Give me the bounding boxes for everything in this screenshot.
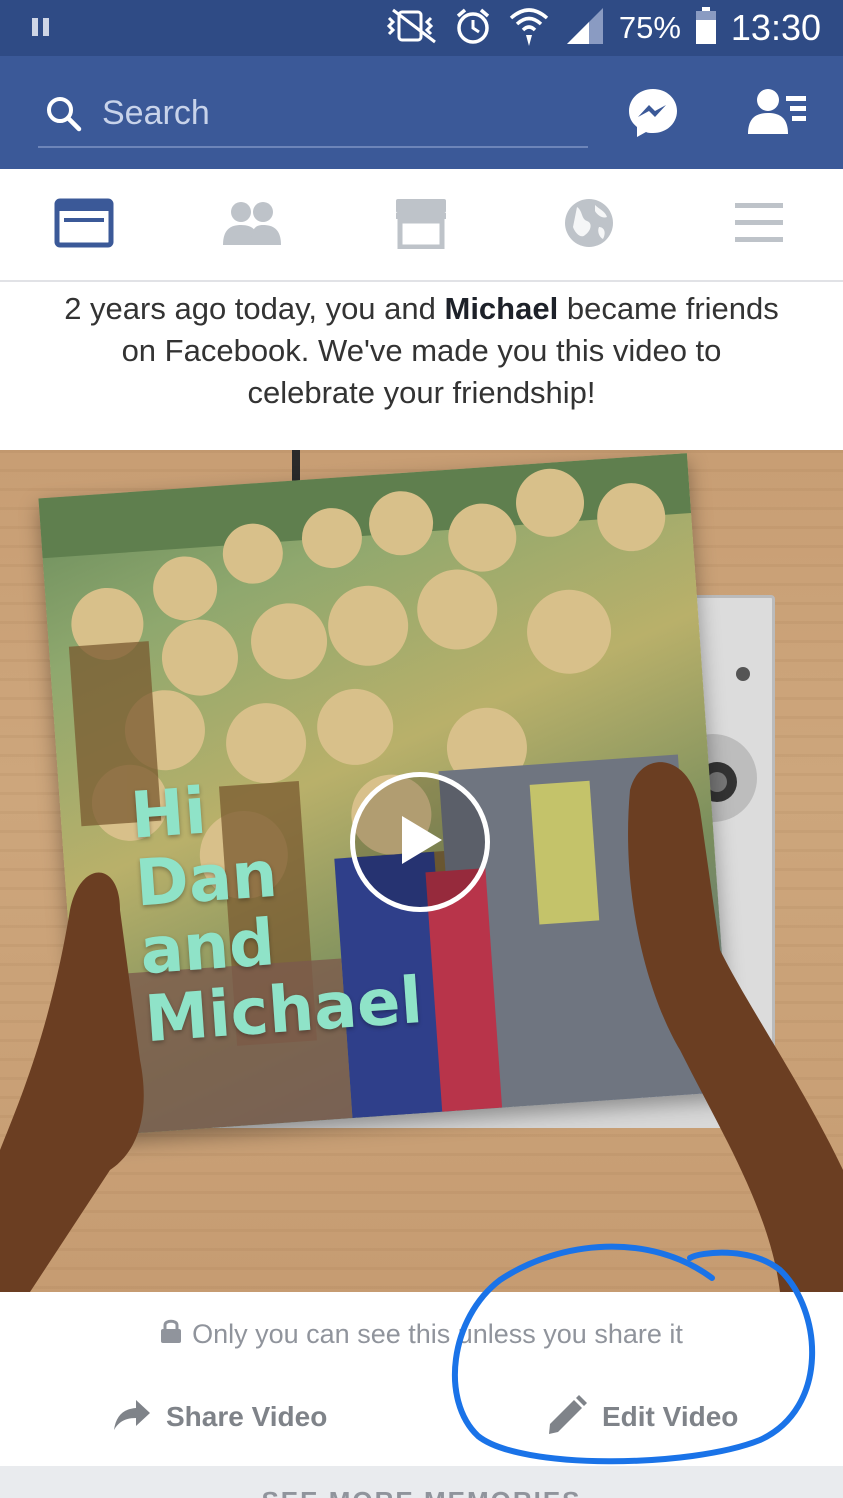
edit-video-label: Edit Video [602,1401,739,1432]
memory-message: 2 years ago today, you and Michael becam… [60,288,783,414]
globe-icon [563,197,615,254]
tab-bar [0,169,843,282]
lock-icon [160,1318,182,1351]
top-header [0,56,843,169]
marketplace-icon [392,197,450,254]
tab-news-feed[interactable] [52,197,116,253]
wifi-icon [507,4,551,53]
tab-menu[interactable] [727,197,791,253]
vibrate-off-icon [385,8,439,49]
messenger-button[interactable] [626,86,680,145]
memory-text-before: 2 years ago today, you and [64,291,445,326]
share-video-label: Share Video [166,1401,328,1432]
search-icon [46,96,82,137]
privacy-note: Only you can see this unless you share i… [0,1318,843,1351]
tab-marketplace[interactable] [389,197,453,253]
friend-requests-icon [748,89,810,142]
pencil-icon [546,1394,588,1441]
signal-icon [565,6,605,51]
friends-icon [221,199,283,252]
play-button[interactable] [350,772,490,912]
privacy-text: Only you can see this unless you share i… [192,1319,683,1349]
friend-requests-button[interactable] [748,86,810,143]
right-hand [628,762,843,1292]
edit-video-button[interactable]: Edit Video [546,1394,738,1440]
battery-icon [695,6,717,50]
share-video-button[interactable]: Share Video [112,1394,327,1440]
search-input[interactable] [102,90,572,136]
news-feed-icon [54,198,114,253]
search-bar[interactable] [38,84,588,148]
friend-name-link[interactable]: Michael [445,291,559,326]
status-bar: 75% 13:30 [0,0,843,56]
messenger-icon [626,89,680,144]
pause-icon [30,16,52,43]
menu-icon [733,201,785,250]
see-more-label: SEE MORE MEMORIES [0,1486,843,1498]
left-hand [0,872,144,1292]
tab-notifications[interactable] [557,197,621,253]
share-icon [112,1398,152,1437]
see-more-memories[interactable]: SEE MORE MEMORIES [0,1466,843,1498]
clock: 13:30 [730,7,821,48]
alarm-icon [453,6,493,51]
play-icon [394,812,446,873]
tab-friends[interactable] [220,197,284,253]
battery-percent: 75% [618,10,681,45]
friendship-video-player[interactable]: Hi Dan and Michael [0,450,843,1292]
